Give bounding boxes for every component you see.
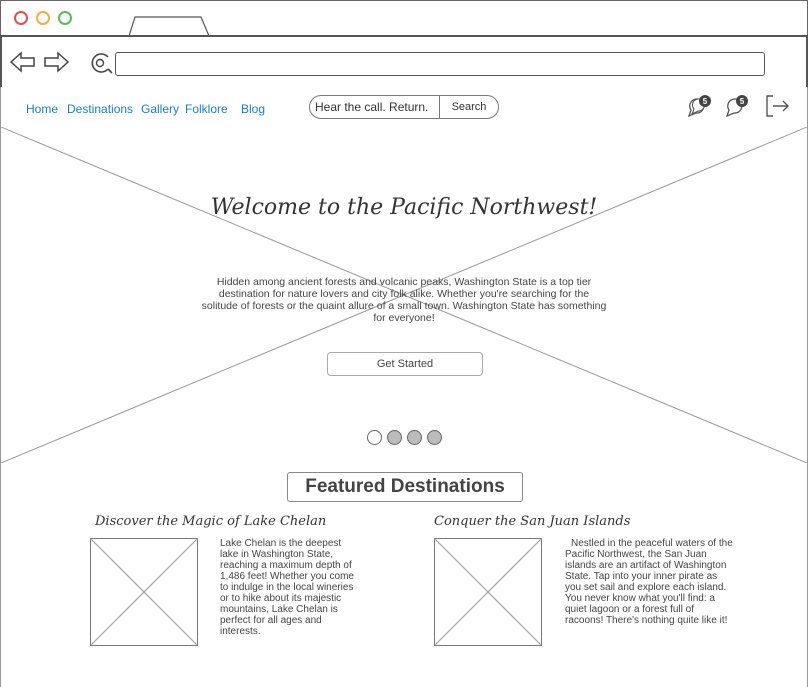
logout-icon[interactable] [763, 92, 791, 120]
search-button[interactable]: Search [440, 96, 498, 118]
hero-description: Hidden among ancient forests and volcani… [201, 276, 607, 324]
card-image-placeholder [434, 538, 542, 646]
nav-gallery[interactable]: Gallery [141, 102, 179, 116]
reload-icon[interactable] [88, 50, 114, 76]
nav-destinations[interactable]: Destinations [67, 102, 133, 116]
card-image-placeholder [90, 538, 198, 646]
browser-title-bar [0, 0, 808, 36]
nav-blog[interactable]: Blog [241, 102, 265, 116]
forward-arrow-icon[interactable] [42, 51, 70, 73]
search-input[interactable] [310, 96, 440, 118]
carousel-dot[interactable] [387, 430, 402, 445]
card-title[interactable]: Discover the Magic of Lake Chelan [95, 514, 326, 529]
site-header: Home Destinations Gallery Folklore Blog … [0, 87, 808, 128]
notifications-count: 5 [740, 97, 745, 106]
featured-title: Featured Destinations [287, 472, 523, 502]
carousel-dot[interactable] [427, 430, 442, 445]
nav-folklore[interactable]: Folklore [185, 102, 228, 116]
window-minimize-button[interactable] [36, 11, 50, 25]
browser-tab[interactable] [129, 16, 209, 36]
card-description: Nestled in the peaceful waters of the Pa… [565, 538, 733, 626]
card-title[interactable]: Conquer the San Juan Islands [434, 514, 630, 529]
nav-home[interactable]: Home [26, 102, 58, 116]
featured-destinations-section: Featured Destinations Discover the Magic… [0, 463, 808, 687]
window-close-button[interactable] [14, 11, 28, 25]
carousel-dot[interactable] [367, 430, 382, 445]
speech-bubble-icon[interactable]: 5 [722, 92, 750, 120]
messages-count: 5 [703, 97, 708, 106]
get-started-button[interactable]: Get Started [327, 352, 483, 376]
hero-title: Welcome to the Pacific Northwest! [210, 195, 598, 220]
card-description: Lake Chelan is the deepest lake in Washi… [220, 538, 354, 637]
back-arrow-icon[interactable] [9, 51, 37, 73]
chat-bubbles-icon[interactable]: 5 [685, 92, 713, 120]
browser-toolbar [0, 35, 808, 89]
search-bar: Search [309, 95, 499, 119]
address-bar[interactable] [115, 52, 765, 76]
window-maximize-button[interactable] [58, 11, 72, 25]
hero-section: Welcome to the Pacific Northwest! Hidden… [0, 127, 808, 464]
carousel-dot[interactable] [407, 430, 422, 445]
